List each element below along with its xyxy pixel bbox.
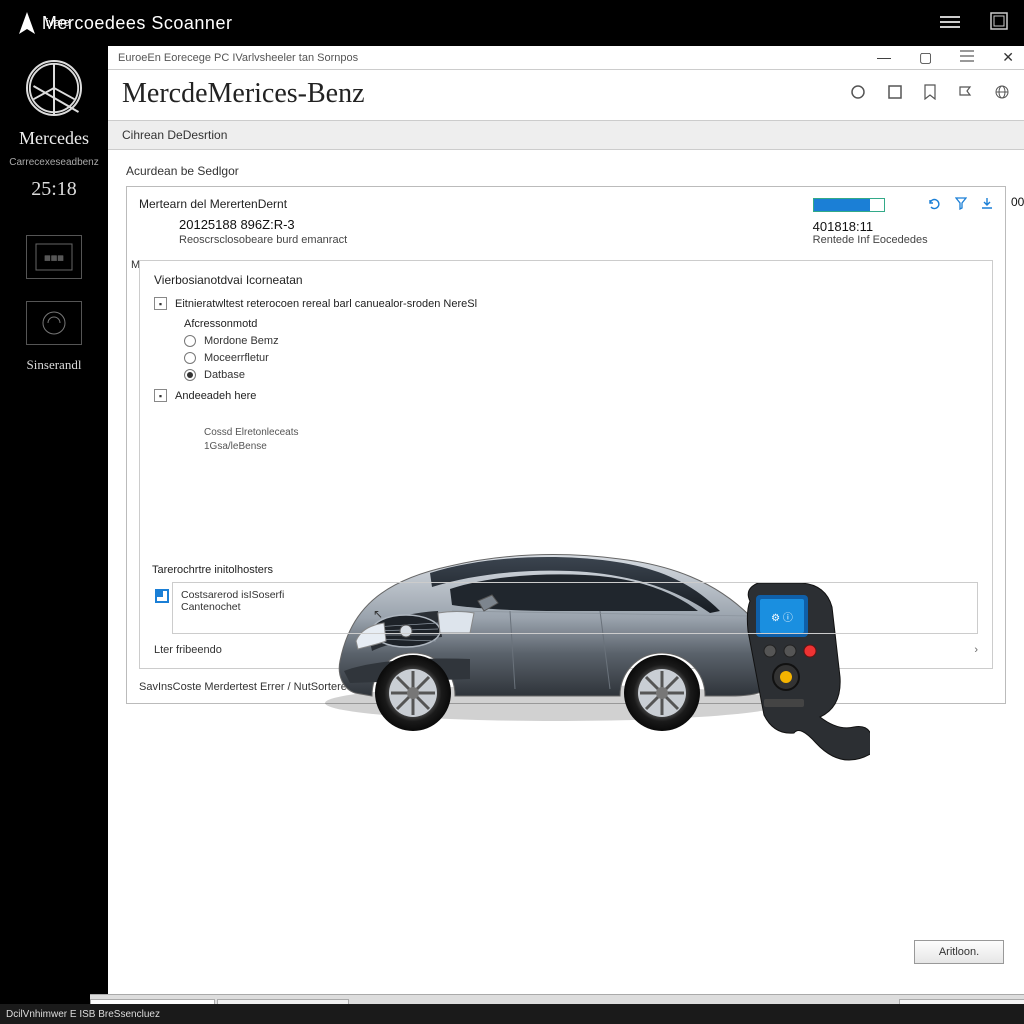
sidebar-item-2[interactable] — [26, 301, 82, 345]
radio-icon[interactable] — [184, 352, 196, 364]
close-icon[interactable]: ✕ — [1002, 49, 1014, 66]
square-icon[interactable] — [888, 85, 902, 103]
tab-strip: Cihrean DeDesrtion — [108, 120, 1024, 150]
mercedes-star-icon — [26, 60, 82, 116]
list-item-2[interactable]: Cantenochet — [181, 601, 969, 613]
logo-icon — [16, 10, 38, 36]
right-desc: Rentede Inf Eocededes — [813, 234, 993, 246]
chevron-right-icon: › — [974, 644, 978, 656]
panel-title: Mertearn del MerertenDernt — [139, 197, 813, 211]
app-topbar: ivare Mercoedees Scoanner — [0, 0, 1024, 46]
section-label: Acurdean be Sedlgor — [126, 164, 1006, 178]
vehicle-panel: Moptas Mertearn del MerertenDernt 201251… — [126, 186, 1006, 704]
list-item-1[interactable]: Costsarerod isISoserfi — [181, 589, 969, 601]
circle-icon[interactable] — [850, 84, 866, 104]
radio-2-label: Datbase — [204, 369, 245, 381]
page-title: MercdeMerices-Benz — [122, 78, 365, 110]
globe-icon[interactable] — [994, 84, 1010, 104]
vehicle-desc: Reoscrsclosobeare burd emanract — [179, 234, 813, 246]
checkbox-1-label: Eitnieratwltest reterocoen rereal barl c… — [175, 298, 477, 310]
radio-row-0[interactable]: Mordone Bemz — [184, 335, 978, 347]
options-panel: Vierbosianotdvai Icorneatan ▪ Eitnieratw… — [139, 260, 993, 669]
counter: 0000:000 — [1011, 195, 1024, 209]
link-label: Lter fribeendo — [154, 644, 222, 656]
action-button-label: Aritloon. — [939, 946, 979, 958]
radio-icon[interactable] — [184, 369, 196, 381]
app-title: Mercoedees Scoanner — [42, 13, 233, 34]
maximize-icon[interactable]: ▢ — [919, 49, 932, 66]
radio-group-label: Afcressonmotd — [184, 318, 978, 330]
radio-row-1[interactable]: Moceerrfletur — [184, 352, 978, 364]
radio-icon[interactable] — [184, 335, 196, 347]
radio-0-label: Mordone Bemz — [204, 335, 279, 347]
radio-1-label: Moceerrfletur — [204, 352, 269, 364]
svg-text:▦▦▦: ▦▦▦ — [44, 255, 64, 262]
window-titlebar: EuroeEn Eorecege PC IVarlvsheeler tan So… — [108, 46, 1024, 70]
link-row[interactable]: Lter fribeendo › — [154, 644, 978, 656]
checkbox-icon[interactable]: ▪ — [154, 389, 167, 402]
download-icon[interactable] — [981, 197, 993, 213]
options-subhead: Vierbosianotdvai Icorneatan — [154, 273, 978, 287]
caption-1: Cossd Elretonleceats — [204, 426, 978, 440]
action-button[interactable]: Aritloon. — [914, 940, 1004, 964]
checkbox-2-label: Andeeadeh here — [175, 390, 256, 402]
sidebar-year: 25:18 — [31, 178, 77, 201]
status-text: SavInsCoste Merdertest Errer / NutSorter… — [139, 681, 993, 693]
cursor-icon: ↖ — [373, 607, 383, 621]
flag-icon[interactable] — [958, 85, 972, 103]
sidebar-item-1[interactable]: ▦▦▦ — [26, 235, 82, 279]
checkbox-row-2[interactable]: ▪ Andeeadeh here — [154, 389, 978, 402]
menu-icon[interactable] — [940, 13, 960, 34]
sidebar: Mercedes Carrecexeseadbenz 25:18 ▦▦▦ Sin… — [0, 0, 108, 1024]
minimize-icon[interactable]: — — [877, 49, 891, 66]
window-subtitle: EuroeEn Eorecege PC IVarlvsheeler tan So… — [118, 52, 358, 64]
checkbox-icon[interactable]: ▪ — [154, 297, 167, 310]
list-box[interactable]: Costsarerod isISoserfi Cantenochet ↖ — [172, 582, 978, 634]
selection-marker-icon — [155, 589, 169, 603]
refresh-icon[interactable] — [928, 197, 941, 213]
right-code: 401818:11 — [813, 219, 993, 234]
grid-icon[interactable] — [990, 12, 1008, 35]
checkbox-row-1[interactable]: ▪ Eitnieratwltest reterocoen rereal barl… — [154, 297, 978, 310]
caption-2: 1Gsa/leBense — [204, 440, 978, 454]
menu2-icon[interactable] — [960, 49, 974, 66]
tab-detection[interactable]: Cihrean DeDesrtion — [122, 128, 227, 142]
vehicle-id: 20125188 896Z:R-3 — [179, 217, 813, 232]
bookmark-icon[interactable] — [924, 84, 936, 104]
taskbar: DcilVnhimwer E ISB BreSsencluez — [0, 1004, 1024, 1024]
filter-icon[interactable] — [955, 197, 967, 213]
radio-row-2[interactable]: Datbase — [184, 369, 978, 381]
sidebar-brand-sub: Carrecexeseadbenz — [9, 157, 99, 168]
lower-header: Tarerochrtre initolhosters — [152, 564, 978, 576]
sidebar-brand: Mercedes — [19, 128, 89, 149]
taskbar-text: DcilVnhimwer E ISB BreSsencluez — [6, 1009, 160, 1020]
progress-bar — [813, 198, 885, 212]
sidebar-item-2-label: Sinserandl — [27, 357, 82, 373]
main-panel: EuroeEn Eorecege PC IVarlvsheeler tan So… — [108, 46, 1024, 1024]
